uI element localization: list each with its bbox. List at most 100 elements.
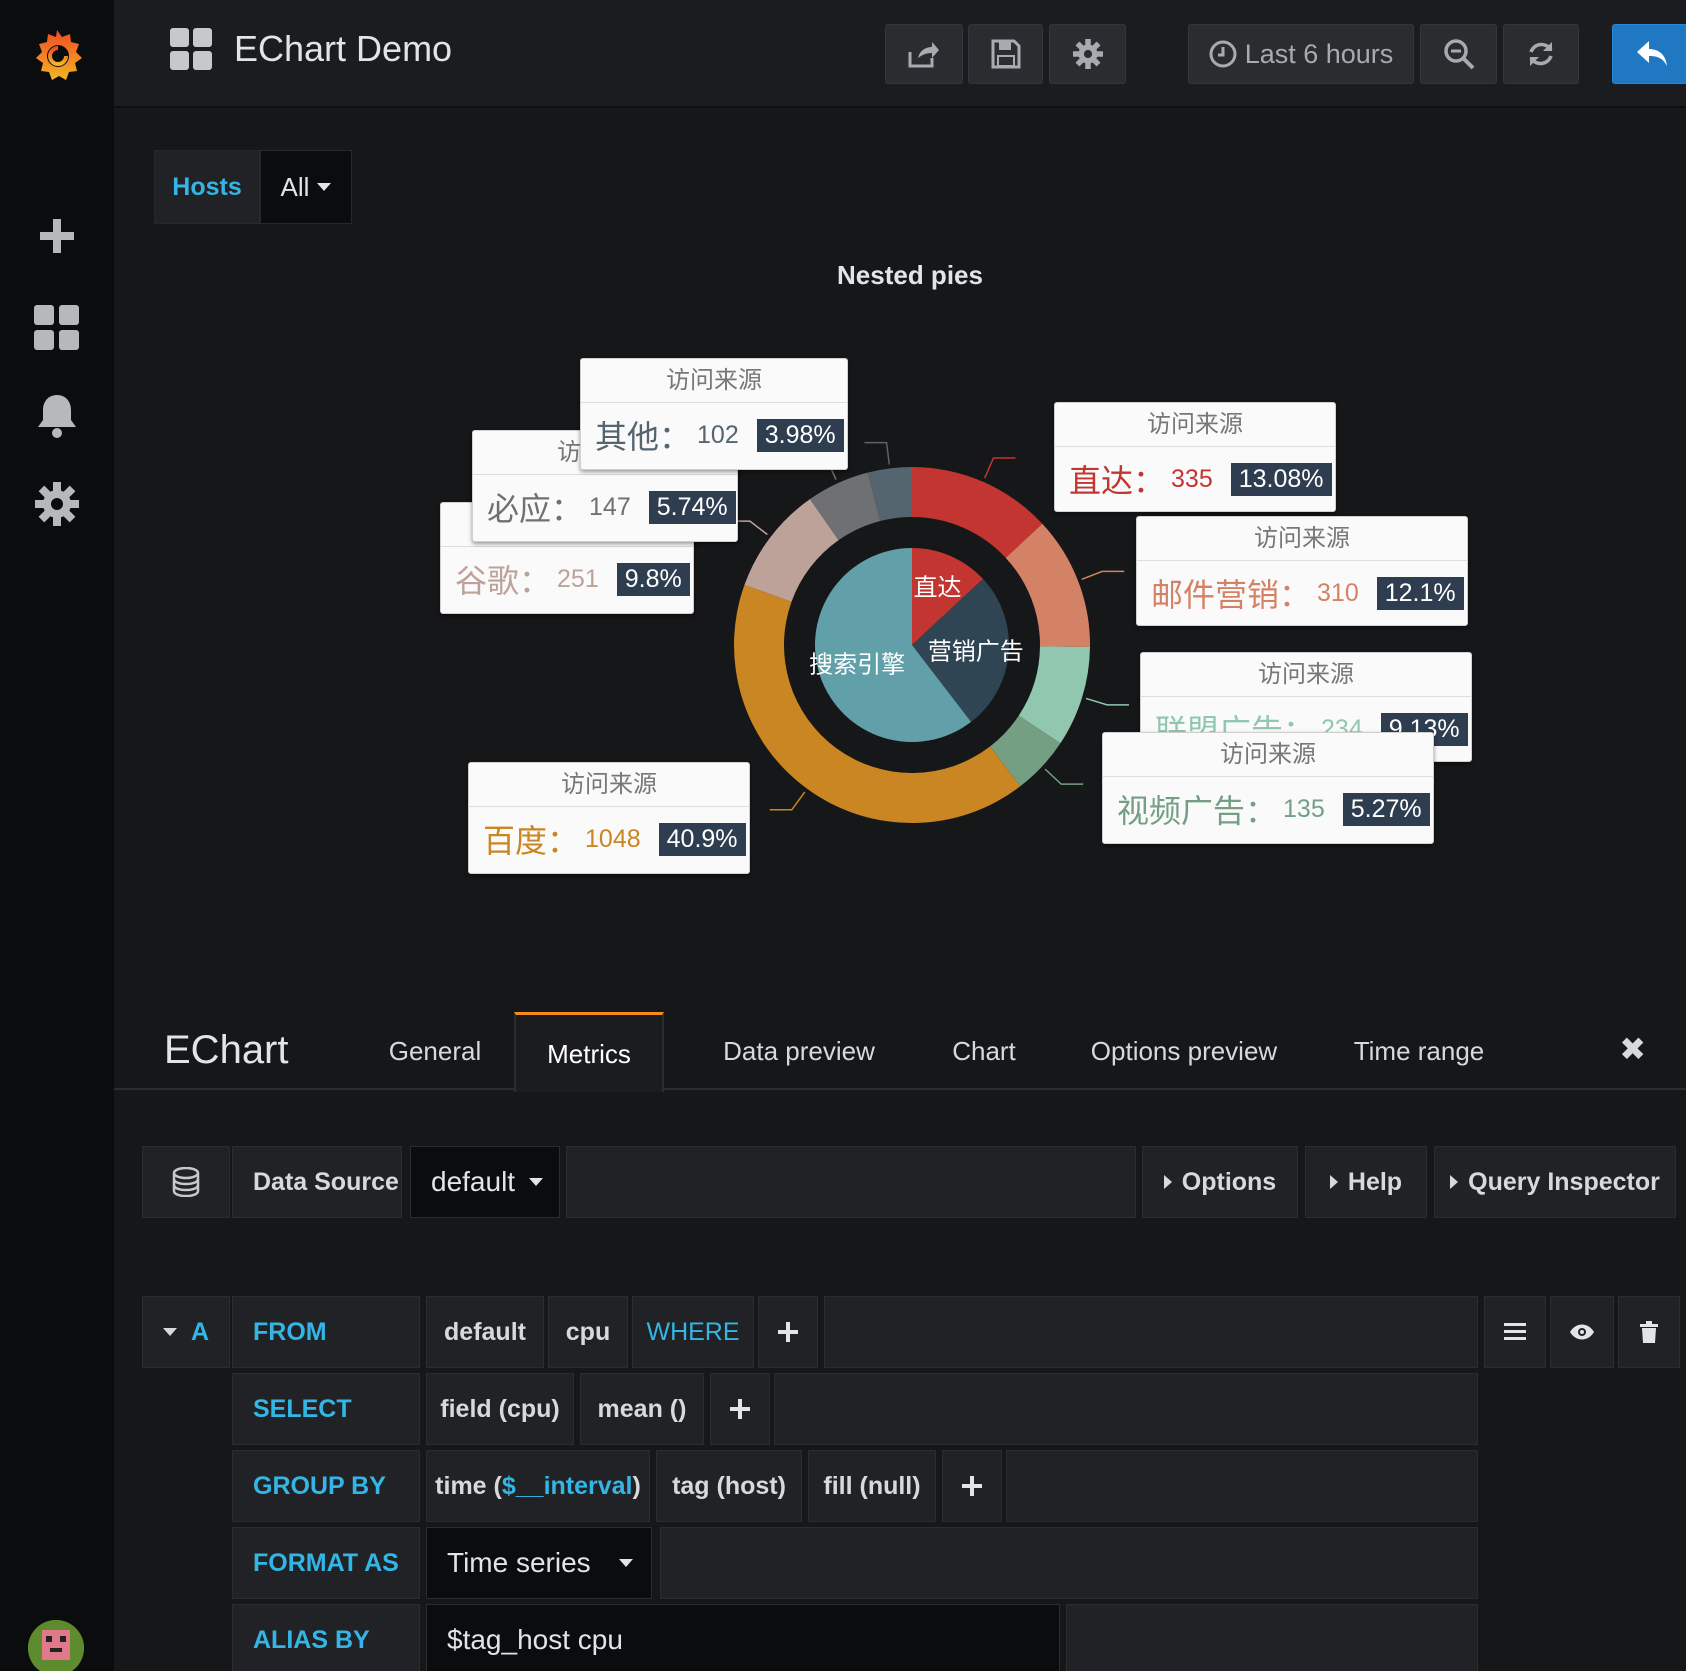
clock-icon — [1209, 40, 1237, 68]
configuration-gear-icon[interactable] — [0, 464, 114, 544]
query-inspector-label: Query Inspector — [1468, 1167, 1660, 1196]
zoom-out-button[interactable] — [1420, 24, 1497, 84]
hamburger-menu-icon — [1504, 1323, 1526, 1340]
group-by-keyword: GROUP BY — [232, 1450, 420, 1522]
caret-right-icon — [1450, 1175, 1459, 1189]
format-as-select[interactable]: Time series — [426, 1527, 652, 1599]
back-to-dashboard-button[interactable] — [1612, 24, 1686, 84]
plus-icon — [962, 1476, 982, 1496]
dashboard-grid-icon — [170, 28, 212, 70]
share-icon — [908, 42, 939, 68]
tab-general[interactable]: General — [340, 1012, 530, 1090]
close-editor-icon[interactable]: ✖ — [1619, 1030, 1646, 1068]
plus-icon — [730, 1399, 750, 1419]
query-collapse-toggle[interactable]: A — [142, 1296, 230, 1368]
tooltip-percent: 12.1% — [1376, 576, 1464, 610]
toggle-query-visibility-button[interactable] — [1550, 1296, 1614, 1368]
tooltip-value: 310 — [1317, 578, 1359, 607]
chart-title: Nested pies — [837, 260, 983, 290]
label-leader-line — [983, 457, 1016, 479]
group-by-filler — [1006, 1450, 1478, 1522]
data-source-filler — [566, 1146, 1136, 1218]
dashboard-title-text: EChart Demo — [234, 28, 453, 69]
tooltip-value: 147 — [589, 492, 631, 521]
tooltip-percent: 5.27% — [1342, 792, 1430, 826]
tooltip-value: 251 — [557, 564, 599, 593]
alias-by-filler — [1066, 1604, 1478, 1671]
label-leader-line — [1085, 697, 1130, 706]
tooltip-series-name: 访问来源 — [1055, 403, 1335, 447]
select-field-segment[interactable]: field (cpu) — [426, 1373, 574, 1445]
from-filler — [824, 1296, 1478, 1368]
format-as-filler — [660, 1527, 1478, 1599]
tooltip-label: 其他： — [595, 419, 692, 455]
inner-pie-label: 营销广告 — [928, 637, 1024, 665]
tooltip-direct: 访问来源 直达： 335 13.08% — [1054, 402, 1336, 512]
add-select-button[interactable] — [710, 1373, 770, 1445]
label-leader-line — [769, 791, 806, 811]
variable-select-hosts[interactable]: All — [260, 150, 352, 224]
tooltip-series-name: 访问来源 — [581, 359, 847, 403]
add-group-by-button[interactable] — [942, 1450, 1002, 1522]
alerting-bell-icon[interactable] — [0, 376, 114, 456]
tooltip-label: 谷歌： — [455, 563, 552, 599]
tooltip-percent: 13.08% — [1230, 462, 1332, 496]
from-policy-segment[interactable]: default — [426, 1296, 544, 1368]
tab-options-preview[interactable]: Options preview — [1064, 1012, 1304, 1090]
dashboard-title[interactable]: EChart Demo — [170, 28, 452, 70]
variable-value: All — [280, 171, 310, 202]
time-range-label: Last 6 hours — [1244, 38, 1394, 69]
save-dashboard-button[interactable] — [968, 24, 1043, 84]
caret-down-icon — [619, 1559, 633, 1567]
tooltip-value: 335 — [1171, 464, 1213, 493]
user-avatar[interactable] — [28, 1620, 84, 1671]
time-picker-button[interactable]: Last 6 hours — [1188, 24, 1414, 84]
from-measurement-segment[interactable]: cpu — [548, 1296, 628, 1368]
group-by-time-suffix: ) — [632, 1471, 641, 1500]
tab-data-preview[interactable]: Data preview — [694, 1012, 904, 1090]
data-source-select[interactable]: default — [410, 1146, 560, 1218]
add-icon[interactable] — [0, 196, 114, 276]
tab-time-range[interactable]: Time range — [1324, 1012, 1514, 1090]
tab-metrics[interactable]: Metrics — [514, 1012, 664, 1092]
label-leader-line — [864, 441, 891, 465]
grafana-logo-icon[interactable] — [0, 14, 114, 94]
eye-icon — [1570, 1324, 1594, 1340]
plus-icon — [778, 1322, 798, 1342]
options-label: Options — [1181, 1167, 1277, 1196]
tooltip-series-name: 访问来源 — [1137, 517, 1467, 561]
alias-by-input[interactable]: $tag_host cpu — [426, 1604, 1060, 1671]
query-inspector-toggle[interactable]: Query Inspector — [1434, 1146, 1676, 1218]
caret-down-icon — [162, 1328, 177, 1336]
back-arrow-icon — [1637, 41, 1667, 66]
label-leader-line — [1081, 570, 1125, 581]
sidebar — [0, 0, 114, 1671]
tooltip-series-name: 访问来源 — [1103, 733, 1433, 777]
select-function-segment[interactable]: mean () — [580, 1373, 704, 1445]
group-by-tag-segment[interactable]: tag (host) — [656, 1450, 802, 1522]
dashboards-icon[interactable] — [0, 288, 114, 368]
tooltip-label: 视频广告： — [1117, 793, 1278, 829]
tooltip-video: 访问来源 视频广告： 135 5.27% — [1102, 732, 1434, 844]
group-by-time-segment[interactable]: time ( $__interval ) — [426, 1450, 650, 1522]
dashboard-settings-button[interactable] — [1049, 24, 1126, 84]
tooltip-label: 邮件营销： — [1151, 577, 1312, 613]
query-menu-button[interactable] — [1484, 1296, 1546, 1368]
refresh-button[interactable] — [1503, 24, 1579, 84]
select-filler — [774, 1373, 1478, 1445]
help-toggle[interactable]: Help — [1305, 1146, 1427, 1218]
tooltip-percent: 9.8% — [616, 562, 690, 596]
group-by-interval-variable: $__interval — [501, 1471, 633, 1500]
share-button[interactable] — [885, 24, 963, 84]
data-source-label: Data Source — [232, 1146, 402, 1218]
remove-query-button[interactable] — [1618, 1296, 1680, 1368]
options-toggle[interactable]: Options — [1142, 1146, 1298, 1218]
top-navbar: EChart Demo Last 6 hours — [114, 0, 1686, 108]
inner-pie-label: 搜索引擎 — [809, 651, 905, 679]
tab-chart[interactable]: Chart — [924, 1012, 1044, 1090]
add-where-button[interactable] — [758, 1296, 818, 1368]
database-icon — [142, 1146, 230, 1218]
group-by-fill-segment[interactable]: fill (null) — [808, 1450, 936, 1522]
tooltip-value: 102 — [697, 420, 739, 449]
caret-right-icon — [1163, 1175, 1172, 1189]
